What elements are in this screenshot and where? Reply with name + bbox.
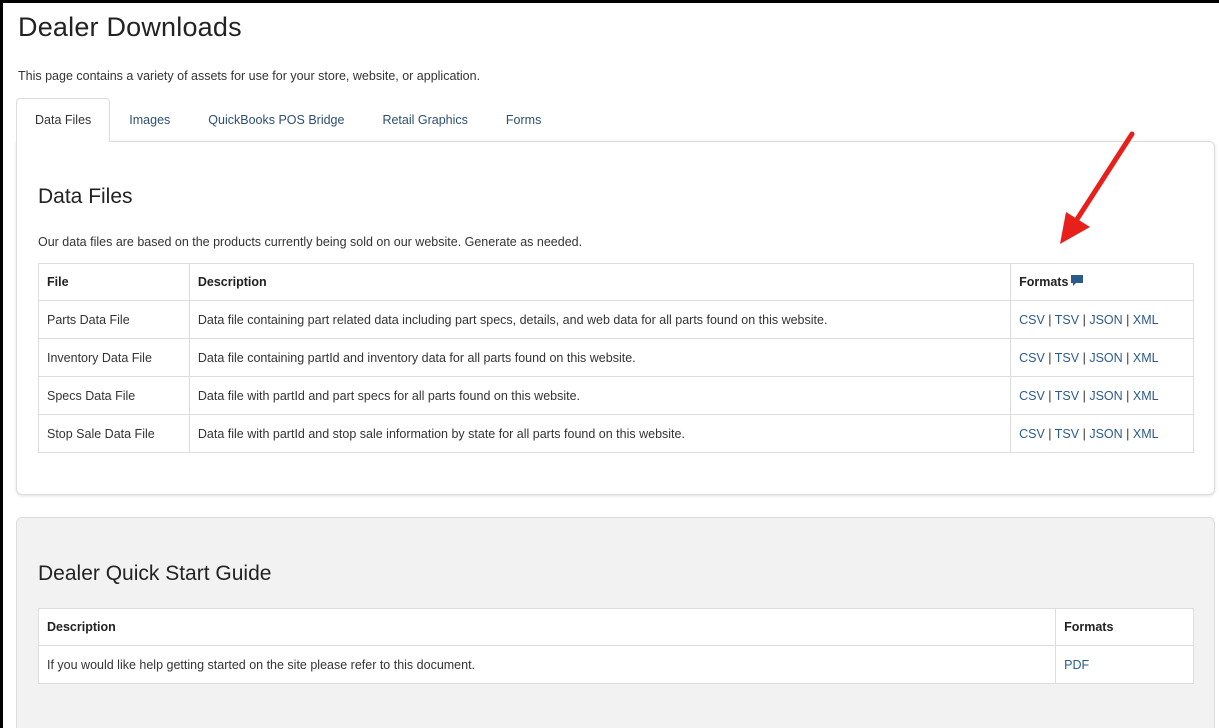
formats-cell: CSV | TSV | JSON | XML (1010, 414, 1194, 453)
description-cell: Data file containing part related data i… (188, 300, 1012, 339)
comment-icon[interactable] (1071, 275, 1084, 287)
format-separator: | (1048, 388, 1052, 403)
column-header-description: Description (188, 263, 1012, 301)
download-tsv-link[interactable]: TSV (1055, 389, 1079, 403)
download-json-link[interactable]: JSON (1089, 389, 1122, 403)
format-separator: | (1126, 312, 1130, 327)
data-files-title: Data Files (38, 185, 133, 208)
format-separator: | (1126, 388, 1130, 403)
download-xml-link[interactable]: XML (1133, 427, 1159, 441)
format-separator: | (1048, 426, 1052, 441)
download-tsv-link[interactable]: TSV (1055, 351, 1079, 365)
description-cell: Data file with partId and stop sale info… (188, 414, 1012, 453)
red-arrow-annotation (1060, 131, 1135, 244)
format-separator: | (1048, 350, 1052, 365)
download-xml-link[interactable]: XML (1133, 351, 1159, 365)
download-csv-link[interactable]: CSV (1019, 351, 1045, 365)
table-row: Inventory Data File Data file containing … (38, 338, 1194, 377)
file-name-cell: Parts Data File (38, 300, 190, 339)
table-row: If you would like help getting started o… (37, 645, 1194, 684)
description-cell: Data file with partId and part specs for… (188, 376, 1012, 415)
table-row: Parts Data File Data file containing part… (38, 300, 1194, 339)
tab-forms[interactable]: Forms (487, 98, 560, 142)
page-title: Dealer Downloads (18, 12, 242, 42)
download-json-link[interactable]: JSON (1089, 313, 1122, 327)
download-tsv-link[interactable]: TSV (1055, 313, 1079, 327)
format-separator: | (1126, 350, 1130, 365)
format-separator: | (1082, 312, 1086, 327)
formats-cell: PDF (1055, 645, 1194, 684)
table-row: Specs Data File Data file with partId and… (38, 376, 1194, 415)
download-tsv-link[interactable]: TSV (1055, 427, 1079, 441)
download-xml-link[interactable]: XML (1133, 389, 1159, 403)
formats-cell: CSV | TSV | JSON | XML (1010, 376, 1194, 415)
download-json-link[interactable]: JSON (1089, 351, 1122, 365)
data-files-intro: Our data files are based on the products… (38, 235, 583, 249)
column-header-formats: Formats (1055, 608, 1194, 646)
format-separator: | (1082, 388, 1086, 403)
tab-quickbooks-pos-bridge[interactable]: QuickBooks POS Bridge (189, 98, 363, 142)
column-header-formats: Formats (1010, 263, 1194, 301)
tab-retail-graphics[interactable]: Retail Graphics (363, 98, 486, 142)
column-header-file: File (38, 263, 190, 301)
file-name-cell: Inventory Data File (38, 338, 190, 377)
format-separator: | (1082, 350, 1086, 365)
download-xml-link[interactable]: XML (1133, 313, 1159, 327)
table-header-row: Description Formats (37, 608, 1194, 646)
download-pdf-link[interactable]: PDF (1064, 658, 1089, 672)
page-intro: This page contains a variety of assets f… (18, 69, 481, 83)
quick-start-table: Description Formats If you would like he… (37, 608, 1194, 684)
download-csv-link[interactable]: CSV (1019, 427, 1045, 441)
format-separator: | (1048, 312, 1052, 327)
file-name-cell: Specs Data File (38, 376, 190, 415)
data-files-panel: Data Files Our data files are based on t… (16, 141, 1215, 495)
tab-images[interactable]: Images (110, 98, 189, 142)
quick-start-panel: Dealer Quick Start Guide Description For… (16, 517, 1215, 728)
table-row: Stop Sale Data File Data file with partId… (38, 414, 1194, 453)
description-cell: If you would like help getting started o… (37, 645, 1057, 684)
description-cell: Data file containing partId and inventor… (188, 338, 1012, 377)
data-files-table: File Description Formats Parts Data File… (38, 263, 1194, 453)
table-header-row: File Description Formats (38, 263, 1194, 301)
download-csv-link[interactable]: CSV (1019, 389, 1045, 403)
format-separator: | (1082, 426, 1086, 441)
download-csv-link[interactable]: CSV (1019, 313, 1045, 327)
formats-header-label: Formats (1019, 275, 1069, 289)
format-separator: | (1126, 426, 1130, 441)
formats-cell: CSV | TSV | JSON | XML (1010, 300, 1194, 339)
file-name-cell: Stop Sale Data File (38, 414, 190, 453)
tab-bar: Data Files Images QuickBooks POS Bridge … (16, 98, 560, 142)
tab-data-files[interactable]: Data Files (16, 98, 111, 142)
quick-start-title: Dealer Quick Start Guide (38, 562, 272, 585)
formats-cell: CSV | TSV | JSON | XML (1010, 338, 1194, 377)
download-json-link[interactable]: JSON (1089, 427, 1122, 441)
column-header-description: Description (37, 608, 1057, 646)
